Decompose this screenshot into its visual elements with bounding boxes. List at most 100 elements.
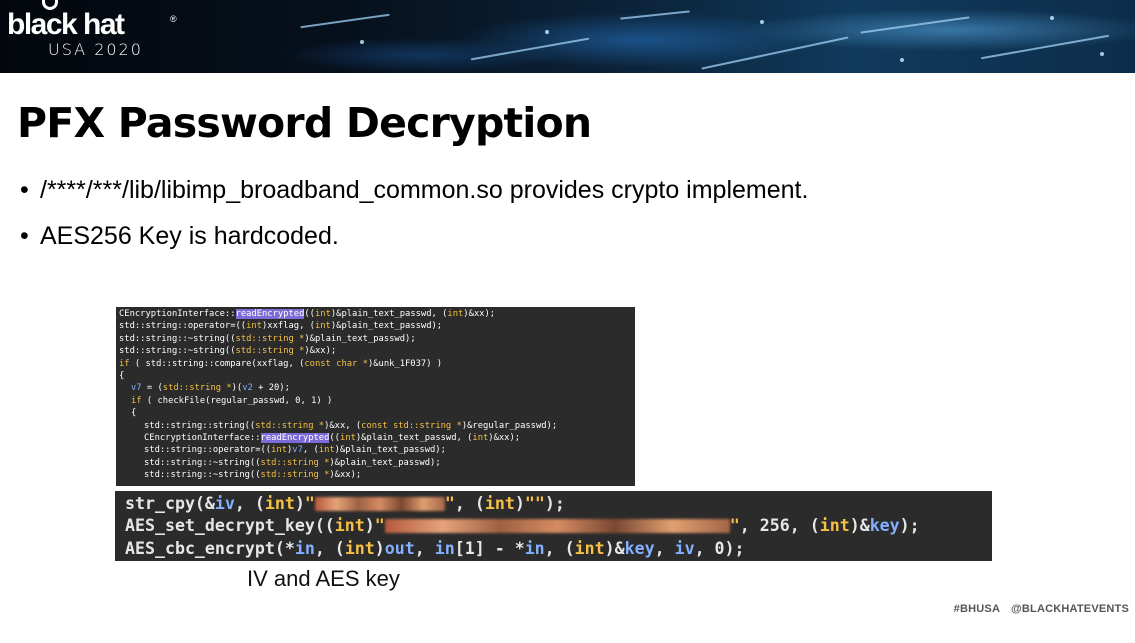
code-line: AES_cbc_encrypt(*in, (int)out, in[1] - *… (125, 538, 992, 560)
code-token: int (339, 433, 356, 444)
code-token: + 20); (252, 383, 290, 394)
code-token: int (314, 309, 331, 319)
code-token: iv (674, 538, 695, 558)
code-token: )&plain_text_passwd); (304, 333, 416, 344)
redacted-value (314, 497, 445, 511)
code-token: )&plain_text_passwd, ( (330, 309, 448, 319)
bullet-text: AES256 Key is hardcoded. (40, 222, 339, 250)
code-token: , 256, ( (739, 516, 820, 536)
bullet-item: • /****/***/lib/libimp_broadband_common.s… (20, 172, 808, 208)
code-token: , (654, 538, 675, 558)
figure-caption: IV and AES key (247, 566, 400, 591)
code-token: const std::string * (361, 420, 462, 431)
code-token: int (314, 321, 331, 332)
code-token: , (414, 538, 435, 558)
code-token: "" (524, 494, 545, 513)
code-token: , ( (544, 538, 575, 558)
code-token: str_cpy(& (125, 494, 215, 513)
bullet-item: • AES256 Key is hardcoded. (20, 218, 808, 254)
code-token: key (869, 516, 900, 536)
code-token: ( checkFile(regular_passwd, 0, 1) ) (141, 395, 333, 406)
registered-mark: ® (170, 14, 177, 24)
code-token: std::string::operator=(( (119, 321, 247, 332)
code-token: AES_cbc_encrypt(* (125, 538, 295, 558)
code-token: )&plain_text_passwd, ( (355, 433, 473, 444)
code-token: iv (214, 494, 235, 513)
code-token: [1] - * (454, 538, 525, 558)
code-line: AES_set_decrypt_key((int)" ", 256, (int)&… (125, 515, 992, 537)
aes-code-screenshot: str_cpy(&iv, (int)" ", (int)""); AES_set_d… (115, 491, 992, 561)
code-token: std::string * (255, 420, 325, 431)
bullet-text: /****/***/lib/libimp_broadband_common.so… (40, 176, 809, 204)
code-token: in (434, 538, 455, 558)
redacted-value (384, 519, 730, 534)
code-token: , ( (314, 538, 345, 558)
code-token: )&xx, ( (324, 420, 362, 431)
code-line: str_cpy(&iv, (int)" ", (int)""); (125, 493, 992, 515)
code-token: std::string::~string(( (144, 457, 261, 468)
code-token: std::string::~string(( (119, 346, 236, 357)
code-line: v7 = (std::string *)(v2 + 20); (119, 382, 635, 394)
code-token: v2 (242, 383, 253, 394)
code-token: int (271, 445, 287, 456)
code-token: " (374, 516, 385, 536)
code-line: std::string::~string((std::string *)&xx)… (119, 469, 635, 481)
code-token: int (472, 433, 489, 444)
code-token: int (484, 494, 515, 513)
code-token: ); (544, 494, 565, 513)
code-line: std::string::operator=((int)xxflag, (int… (119, 320, 635, 332)
code-line: std::string::~string((std::string *)&xx)… (119, 345, 635, 357)
code-token: ( std::string::compare(xxflag, ( (129, 358, 305, 369)
footer-tags: #BHUSA @BLACKHATEVENTS (946, 603, 1129, 615)
code-token: int (819, 516, 850, 536)
code-token: (( (304, 309, 315, 319)
footer-handle: @BLACKHATEVENTS (1010, 603, 1129, 615)
code-token: in (524, 538, 545, 558)
code-token: int (574, 538, 605, 558)
code-token: std::string * (162, 383, 232, 394)
code-token: )&unk_1F037) ) (367, 358, 443, 369)
code-line: if ( std::string::compare(xxflag, (const… (119, 358, 635, 370)
code-token: if (131, 395, 142, 406)
code-token: " (304, 494, 315, 513)
code-line: CEncryptionInterface::readEncrypted((int… (119, 432, 635, 444)
code-line: { (119, 370, 635, 382)
code-token: std::string::~string(( (144, 470, 261, 481)
code-line: std::string::~string((std::string *)&pla… (119, 333, 635, 345)
code-token: int (447, 309, 464, 319)
code-token: key (624, 538, 655, 558)
code-token: )&xx); (329, 470, 362, 481)
code-token: )&xx); (488, 433, 521, 444)
code-token: std::string::~string(( (119, 333, 236, 344)
code-token: { (131, 408, 137, 419)
code-token: if (119, 358, 130, 369)
code-token: ) (514, 494, 525, 513)
code-token: )&plain_text_passwd); (329, 457, 441, 468)
code-token: )& (849, 516, 870, 536)
code-token: , ( (234, 494, 265, 513)
code-token: int (264, 494, 295, 513)
code-token: ) (374, 538, 385, 558)
code-token: ) (364, 516, 375, 536)
code-token: std::string::string(( (144, 420, 256, 431)
bullet-mark: • (20, 222, 29, 250)
code-line: if ( checkFile(regular_passwd, 0, 1) ) (119, 395, 635, 407)
code-token: CEncryptionInterface:: (144, 433, 261, 444)
code-token: CEncryptionInterface:: (119, 309, 236, 319)
code-token: " (444, 494, 455, 513)
code-token: int (344, 538, 375, 558)
code-token: std::string * (260, 457, 330, 468)
code-token: , 0); (694, 538, 745, 558)
header-banner: black hat ® USA 2020 (0, 0, 1135, 73)
footer-hashtag: #BHUSA (953, 603, 1000, 615)
code-token: )& (604, 538, 625, 558)
code-token: int (318, 445, 335, 456)
code-token: )&xx); (463, 309, 496, 319)
code-token: int (246, 321, 262, 332)
code-line: std::string::~string((std::string *)&pla… (119, 457, 635, 469)
code-token: in (294, 538, 315, 558)
code-token: ) (294, 494, 305, 513)
decompiled-code-screenshot: CEncryptionInterface::readEncrypted((int… (116, 307, 635, 486)
code-token: )&plain_text_passwd); (330, 321, 443, 332)
code-line: std::string::operator=((int)v7, (int)&pl… (119, 444, 635, 456)
